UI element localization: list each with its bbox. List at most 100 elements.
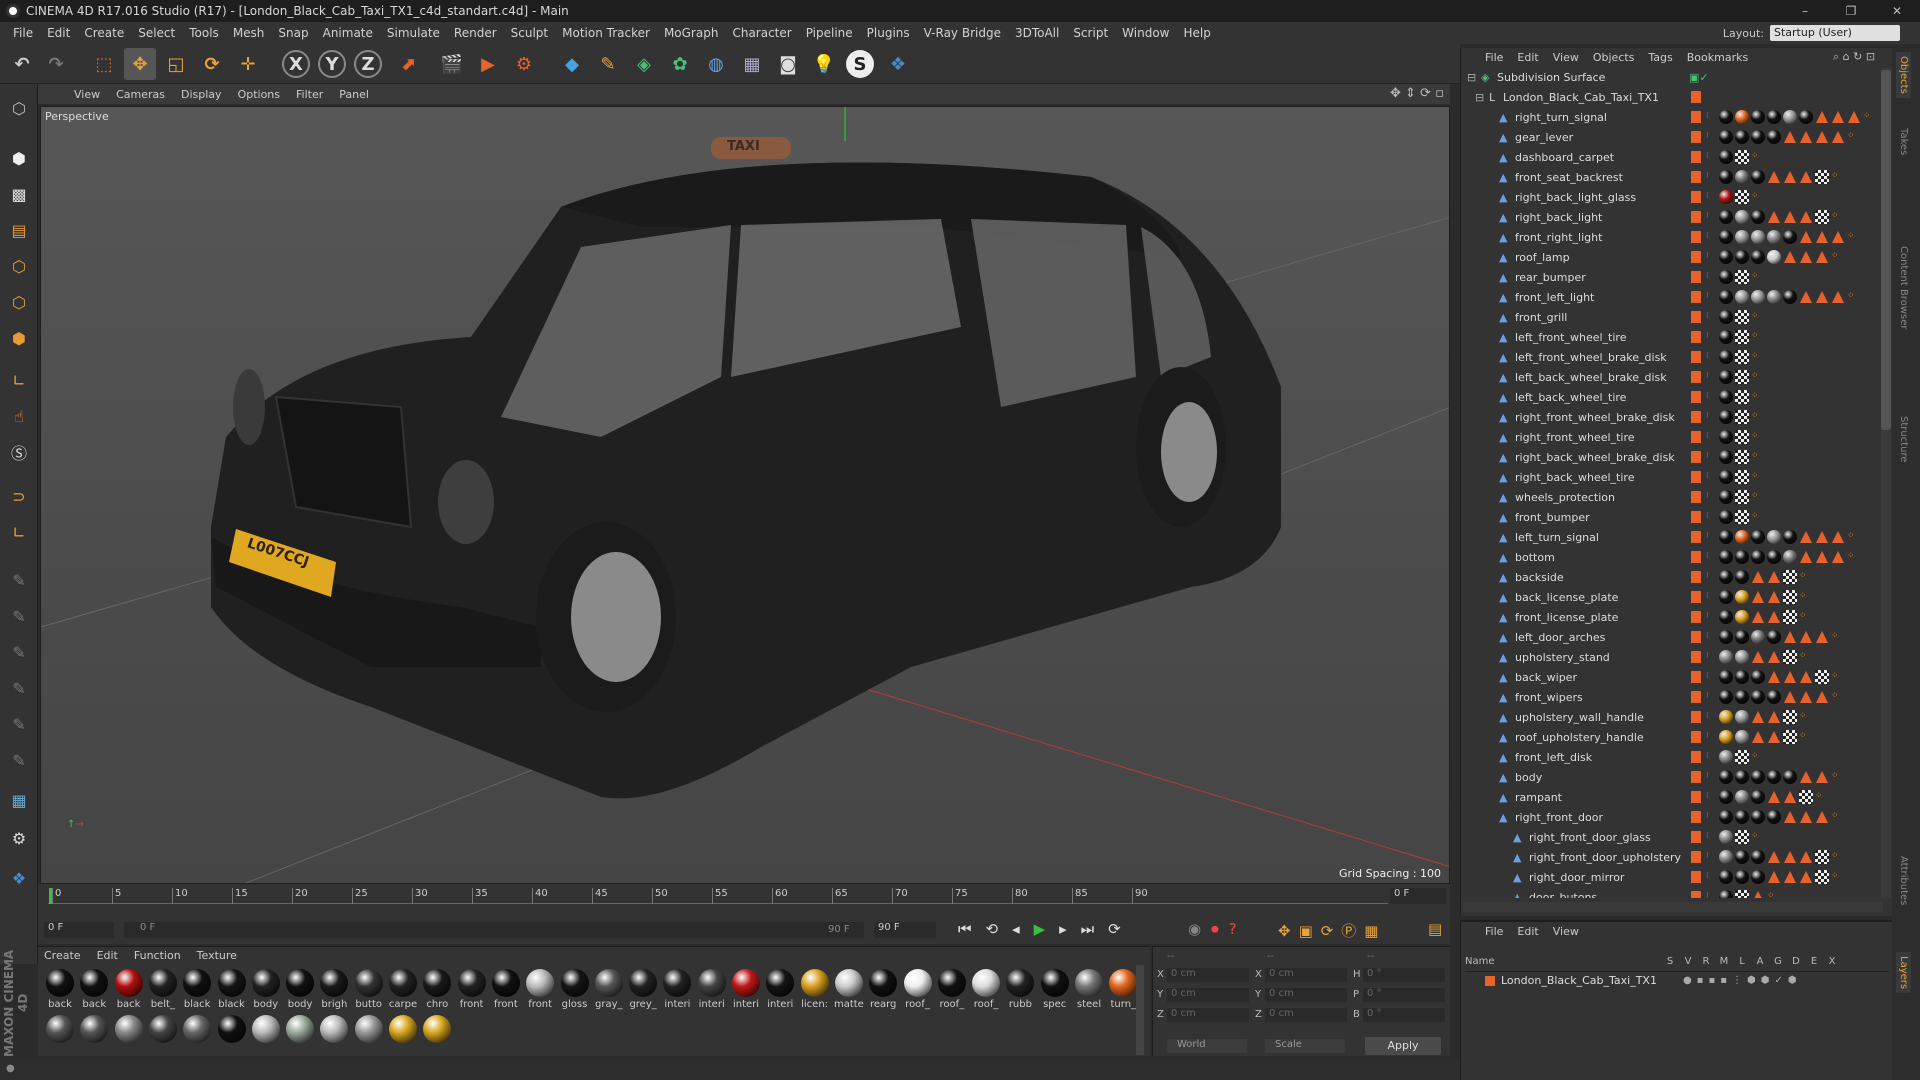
record-controls[interactable]: ◉⏺? — [1188, 920, 1247, 938]
scale-dropdown[interactable]: Scale — [1265, 1039, 1345, 1053]
material-tag-icon[interactable] — [1719, 330, 1733, 344]
material-tag-icon[interactable] — [1719, 270, 1733, 284]
material-swatch[interactable] — [46, 1015, 74, 1043]
workplane-icon[interactable]: ▤ — [3, 214, 35, 246]
material-swatch[interactable] — [1109, 969, 1138, 997]
material-tag-icon[interactable] — [1735, 290, 1749, 304]
selection-tag-icon[interactable] — [1768, 711, 1780, 723]
material-swatch[interactable] — [217, 1015, 246, 1043]
selection-tag-icon[interactable] — [1800, 291, 1812, 303]
material-tag-icon[interactable] — [1735, 530, 1749, 544]
lock-axis-icon[interactable]: ∟ — [3, 516, 35, 548]
layer-column-header[interactable]: Name — [1465, 956, 1661, 971]
material-tag-icon[interactable] — [1735, 250, 1749, 264]
material-tag-icon[interactable] — [1751, 810, 1765, 824]
coord-value-field[interactable]: 0 cm — [1265, 968, 1347, 982]
snap-icon[interactable]: Ⓢ — [3, 436, 35, 468]
selection-tag-icon[interactable] — [1784, 691, 1796, 703]
object-row[interactable]: ▲ left_back_wheel_brake_disk ⁝ ⁘ — [1461, 368, 1881, 388]
object-row[interactable]: ▲ back_license_plate ⁝ ⁘ — [1461, 588, 1881, 608]
texture-tag-icon[interactable] — [1735, 150, 1749, 164]
material-swatch[interactable] — [148, 969, 177, 997]
material-tag-icon[interactable] — [1751, 130, 1765, 144]
material-swatch[interactable] — [183, 1015, 212, 1043]
object-row[interactable]: ▲ right_back_light_glass ⁝ ⁘ — [1461, 188, 1881, 208]
material-tag-icon[interactable] — [1783, 230, 1797, 244]
viewport-nav-icons[interactable]: ✥ ⇕ ⟳ ▫ — [1390, 86, 1444, 101]
texture-tag-icon[interactable] — [1735, 830, 1749, 844]
material-tag-icon[interactable] — [1735, 590, 1749, 604]
material-swatch[interactable] — [251, 969, 280, 997]
uvw-tag-icon[interactable]: ⁘ — [1751, 411, 1759, 421]
visibility-dots-icon[interactable]: ⁝ — [1706, 691, 1709, 700]
visibility-dots-icon[interactable]: ⁝ — [1706, 731, 1709, 740]
viewport-menu-item[interactable]: Filter — [296, 88, 323, 101]
material-tag-icon[interactable] — [1719, 150, 1733, 164]
layer-row[interactable]: London_Black_Cab_Taxi_TX1 ●▪▪▪⋮⬢⬢✓⬢ — [1485, 974, 1802, 987]
material-tag-icon[interactable] — [1751, 670, 1765, 684]
material-tag-icon[interactable] — [1719, 730, 1733, 744]
object-row[interactable]: ▲ left_back_wheel_tire ⁝ ⁘ — [1461, 388, 1881, 408]
uvw-tag-icon[interactable]: ⁘ — [1751, 151, 1759, 161]
material-swatch[interactable] — [320, 969, 349, 997]
selection-tag-icon[interactable] — [1800, 131, 1812, 143]
material-swatch[interactable] — [217, 969, 246, 997]
uvw-tag-icon[interactable]: ⁘ — [1767, 891, 1775, 898]
layout-dropdown[interactable]: Startup (User) — [1770, 25, 1900, 41]
object-row[interactable]: ▲ right_front_door_upholstery ⁝ ⁘ — [1461, 848, 1881, 868]
material-menu-item[interactable]: Texture — [197, 949, 237, 962]
object-row[interactable]: ▲ right_front_wheel_tire ⁝ ⁘ — [1461, 428, 1881, 448]
material-tag-icon[interactable] — [1719, 850, 1733, 864]
texture-tag-icon[interactable] — [1735, 370, 1749, 384]
uvw-tag-icon[interactable]: ⁘ — [1831, 771, 1839, 781]
y-axis-icon[interactable]: Y — [318, 50, 346, 78]
selection-tag-icon[interactable] — [1784, 131, 1796, 143]
visibility-dots-icon[interactable]: ⁝ — [1706, 531, 1709, 540]
visibility-dots-icon[interactable]: ⁝ — [1706, 211, 1709, 220]
texture-tag-icon[interactable] — [1735, 190, 1749, 204]
object-row[interactable]: ▲ rear_bumper ⁝ ⁘ — [1461, 268, 1881, 288]
material-tag-icon[interactable] — [1735, 810, 1749, 824]
material-tag-icon[interactable] — [1735, 110, 1749, 124]
material-swatch[interactable] — [1006, 969, 1035, 997]
brush-tool-icon[interactable]: ✎ — [3, 636, 35, 668]
side-tab[interactable]: Layers — [1896, 952, 1911, 994]
visibility-dots-icon[interactable]: ⁝ — [1706, 871, 1709, 880]
material-tag-icon[interactable] — [1719, 470, 1733, 484]
texture-tag-icon[interactable] — [1799, 790, 1813, 804]
texture-tag-icon[interactable] — [1783, 730, 1797, 744]
texture-mode-icon[interactable]: ▩ — [3, 178, 35, 210]
selection-tag-icon[interactable] — [1752, 731, 1764, 743]
uvw-tag-icon[interactable]: ⁘ — [1751, 751, 1759, 761]
material-tag-icon[interactable] — [1719, 250, 1733, 264]
texture-tag-icon[interactable] — [1783, 710, 1797, 724]
material-swatch[interactable] — [629, 969, 658, 997]
selection-tag-icon[interactable] — [1784, 851, 1796, 863]
selection-tag-icon[interactable] — [1768, 591, 1780, 603]
side-tab[interactable]: Content Browser — [1896, 242, 1911, 333]
visibility-dots-icon[interactable]: ⁝ — [1706, 131, 1709, 140]
material-tag-icon[interactable] — [1751, 230, 1765, 244]
menu-item[interactable]: Animate — [323, 26, 373, 40]
layer-column-header[interactable]: M — [1715, 956, 1733, 971]
uvw-tag-icon[interactable]: ⁘ — [1847, 231, 1855, 241]
visibility-dots-icon[interactable]: ⁝ — [1706, 811, 1709, 820]
material-tag-icon[interactable] — [1735, 690, 1749, 704]
material-scrollbar[interactable] — [1136, 965, 1144, 1055]
material-tag-icon[interactable] — [1719, 550, 1733, 564]
selection-tag-icon[interactable] — [1816, 111, 1828, 123]
material-swatch[interactable] — [800, 969, 829, 997]
timeline-options-icon[interactable]: ▤ — [1428, 920, 1442, 938]
material-tag-icon[interactable] — [1719, 110, 1733, 124]
material-swatch[interactable] — [286, 969, 315, 997]
world-dropdown[interactable]: World — [1167, 1039, 1247, 1053]
uvw-tag-icon[interactable]: ⁘ — [1799, 591, 1807, 601]
uvw-tag-icon[interactable]: ⁘ — [1799, 711, 1807, 721]
grab-tool-icon[interactable]: ✎ — [3, 708, 35, 740]
selection-tag-icon[interactable] — [1784, 811, 1796, 823]
layer-column-header[interactable]: L — [1733, 956, 1751, 971]
menu-item[interactable]: Character — [732, 26, 791, 40]
selection-tag-icon[interactable] — [1768, 171, 1780, 183]
uvw-tag-icon[interactable]: ⁘ — [1831, 811, 1839, 821]
apply-button[interactable]: Apply — [1365, 1037, 1441, 1055]
